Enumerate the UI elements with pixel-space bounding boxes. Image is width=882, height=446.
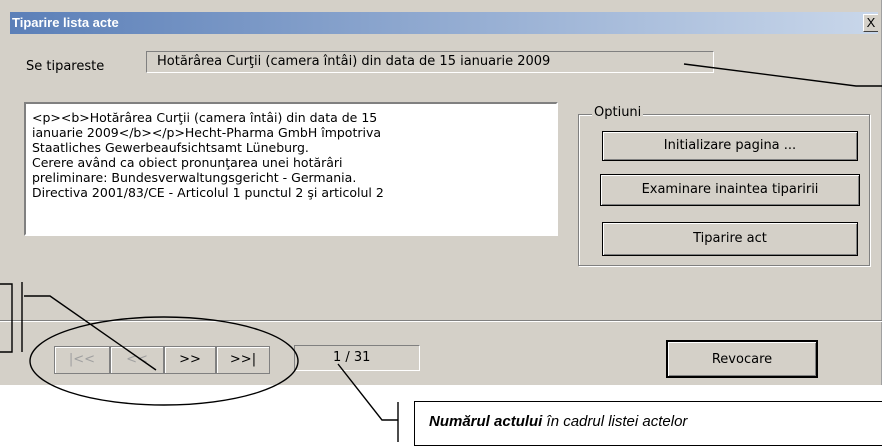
title-bar: Tiparire lista acte X [10, 12, 878, 34]
prev-page-button[interactable]: << [110, 346, 164, 374]
last-page-button[interactable]: >>| [216, 346, 270, 374]
document-content-area[interactable]: <p><b>Hotărârea Curţii (camera întâi) di… [24, 102, 558, 236]
print-label: Se tipareste [26, 59, 105, 74]
cancel-button[interactable]: Revocare [666, 340, 818, 378]
init-page-button[interactable]: Initializare pagina ... [602, 131, 858, 161]
separator [0, 320, 882, 322]
close-button[interactable]: X [863, 14, 878, 32]
first-page-button[interactable]: |<< [54, 346, 110, 374]
callout-box: Numărul actului în cadrul listei actelor [414, 401, 882, 446]
callout-text: în cadrul listei actelor [542, 413, 688, 430]
print-preview-button[interactable]: Examinare inaintea tiparirii [600, 174, 860, 206]
page-counter: 1 / 31 [294, 345, 420, 371]
options-legend: Optiuni [592, 105, 644, 120]
window-title: Tiparire lista acte [12, 15, 119, 30]
next-page-button[interactable]: >> [164, 346, 216, 374]
print-title-field: Hotărârea Curţii (camera întâi) din data… [146, 51, 714, 73]
print-act-button[interactable]: Tiparire act [602, 222, 858, 256]
print-dialog: Tiparire lista acte X Se tipareste Hotăr… [0, 0, 882, 385]
callout-bold-text: Numărul actului [429, 413, 543, 430]
